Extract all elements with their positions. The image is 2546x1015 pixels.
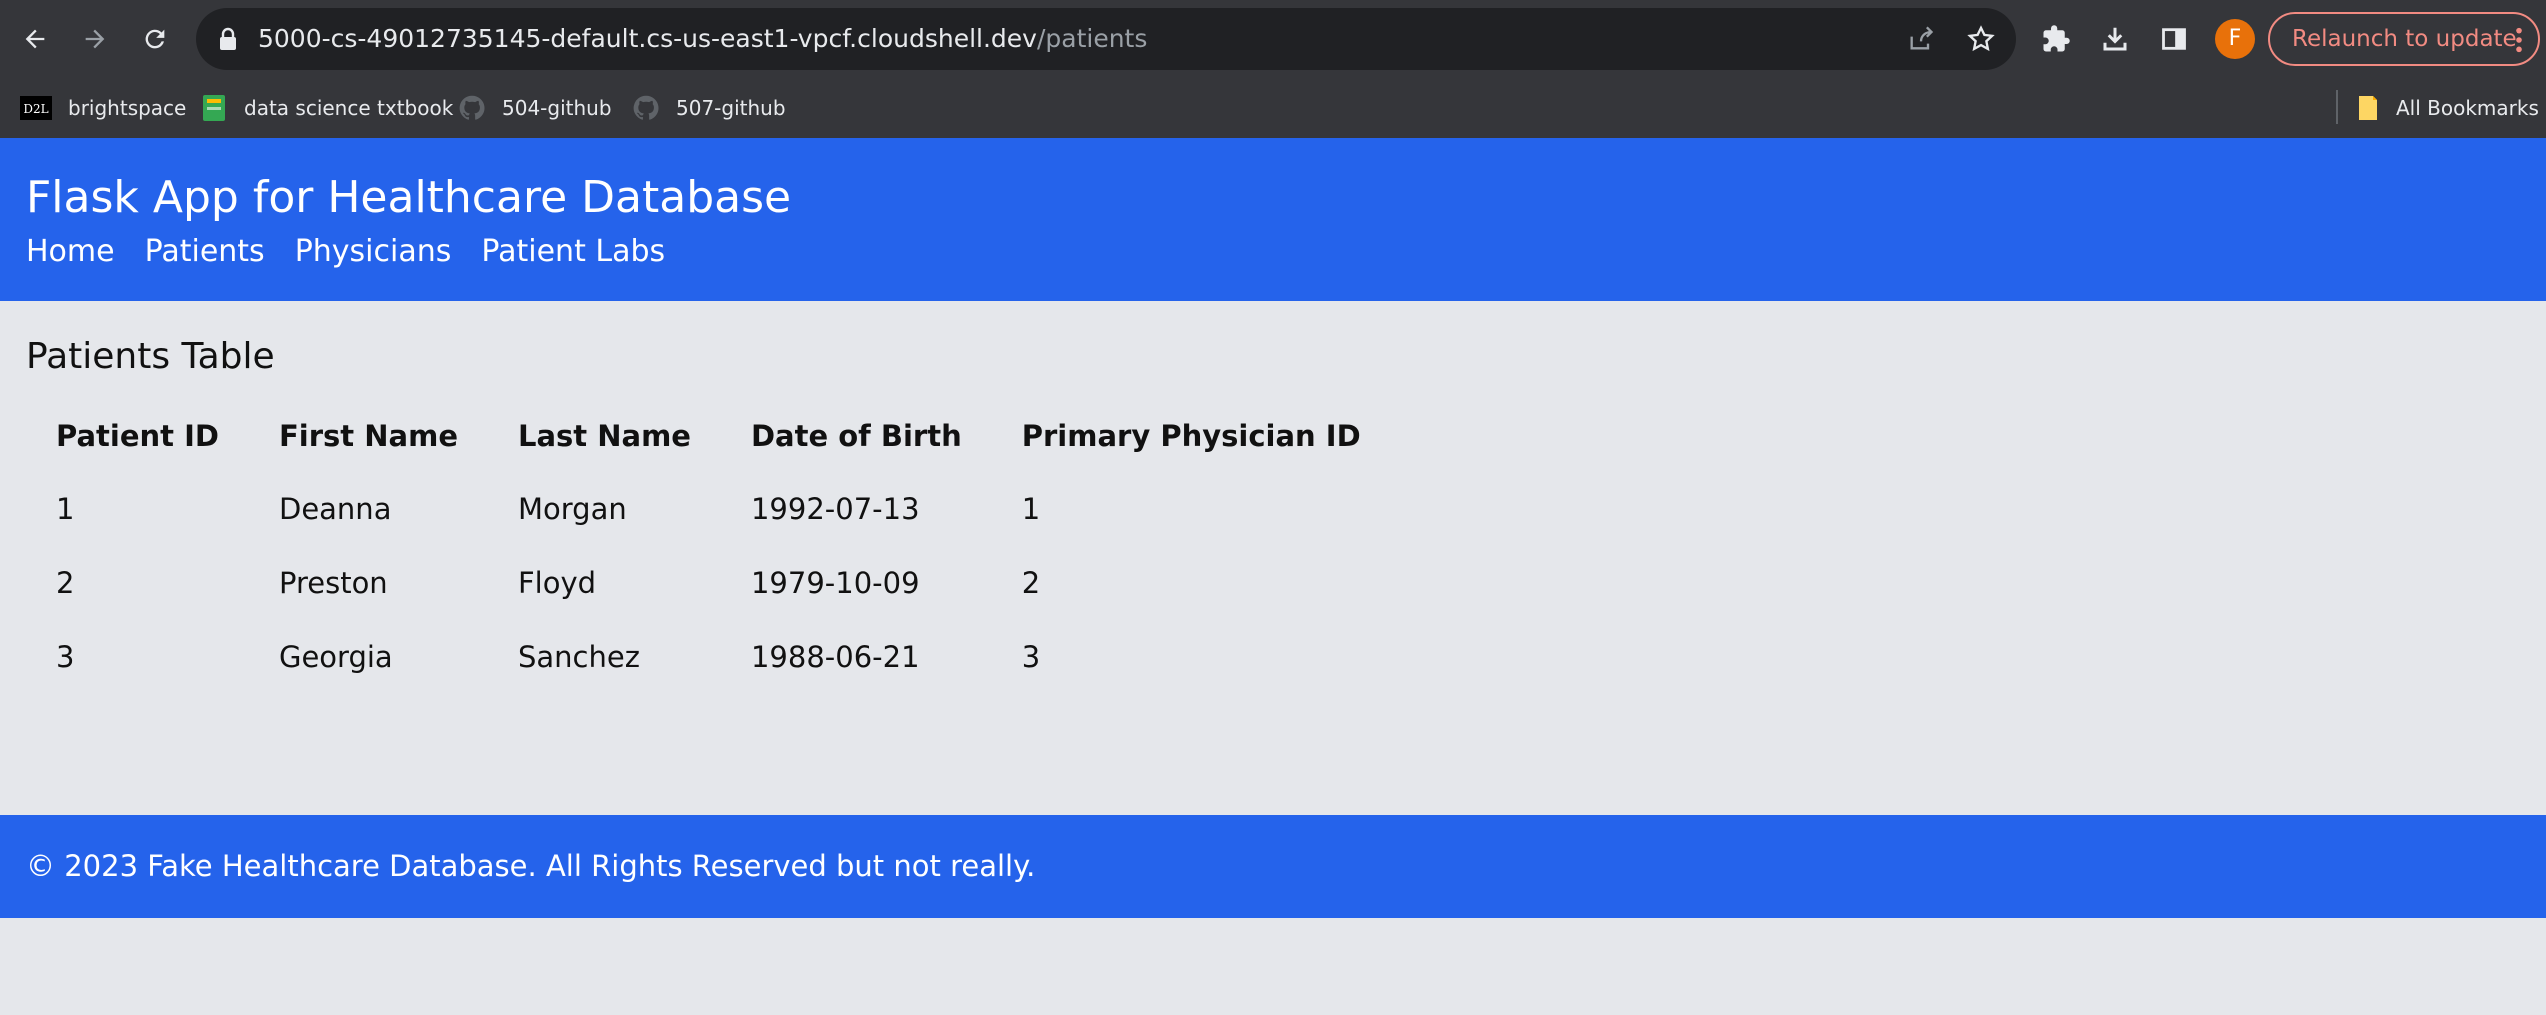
arrow-right-icon [85, 29, 105, 49]
cell-first-name: Preston [278, 566, 388, 600]
relaunch-button[interactable]: Relaunch to update [2268, 12, 2540, 66]
d2l-icon: D2L [20, 96, 52, 120]
site-header: Flask App for Healthcare Database Home P… [0, 138, 2546, 301]
github-icon [632, 94, 660, 122]
address-bar[interactable]: 5000-cs-49012735145-default.cs-us-east1-… [196, 8, 2016, 70]
book-icon [200, 93, 228, 123]
main-nav: Home Patients Physicians Patient Labs [26, 234, 695, 269]
cell-primary-physician-id: 3 [1021, 640, 1041, 674]
browser-toolbar: 5000-cs-49012735145-default.cs-us-east1-… [0, 0, 2546, 78]
bookmark-507-github[interactable]: 507-github [632, 78, 786, 138]
bookmark-data-science-txtbook[interactable]: data science txtbook [200, 78, 453, 138]
all-bookmarks-button[interactable]: All Bookmarks [2356, 78, 2539, 138]
bookmark-label: data science txtbook [244, 96, 454, 120]
url-host: 5000-cs-49012735145-default.cs-us-east1-… [258, 24, 1037, 53]
side-panel-icon [2162, 28, 2186, 50]
nav-home[interactable]: Home [26, 234, 115, 269]
back-button[interactable] [16, 20, 54, 58]
downloads-button[interactable] [2096, 20, 2134, 58]
cell-patient-id: 1 [56, 492, 75, 526]
folder-icon [2356, 94, 2380, 122]
profile-avatar[interactable]: F [2215, 19, 2255, 59]
table-row: 1 Deanna Morgan 1992-07-13 1 [26, 472, 1391, 546]
cell-last-name: Morgan [517, 492, 627, 526]
side-panel-button[interactable] [2155, 20, 2193, 58]
cell-patient-id: 3 [56, 640, 75, 674]
github-icon [458, 94, 486, 122]
url-text[interactable]: 5000-cs-49012735145-default.cs-us-east1-… [258, 8, 1147, 70]
relaunch-label: Relaunch to update [2292, 26, 2517, 52]
bookmark-star-icon[interactable] [1966, 25, 1996, 53]
nav-patients[interactable]: Patients [145, 234, 265, 269]
cell-last-name: Floyd [517, 566, 597, 600]
cell-first-name: Georgia [278, 640, 393, 674]
share-icon[interactable] [1906, 25, 1936, 53]
cell-primary-physician-id: 1 [1021, 492, 1041, 526]
site-footer: © 2023 Fake Healthcare Database. All Rig… [0, 815, 2546, 918]
download-icon [2103, 27, 2127, 51]
svg-text:D2L: D2L [23, 102, 48, 116]
table-row: 3 Georgia Sanchez 1988-06-21 3 [26, 620, 1391, 694]
cell-date-of-birth: 1979-10-09 [750, 566, 920, 600]
table-header-row: Patient ID First Name Last Name Date of … [26, 400, 1391, 472]
site-title: Flask App for Healthcare Database [26, 172, 792, 223]
extensions-button[interactable] [2037, 20, 2075, 58]
column-header-date-of-birth: Date of Birth [750, 419, 962, 453]
patients-table: Patient ID First Name Last Name Date of … [26, 400, 1391, 694]
url-path: /patients [1036, 24, 1148, 53]
reload-button[interactable] [136, 20, 174, 58]
cell-first-name: Deanna [278, 492, 392, 526]
page-title: Patients Table [26, 336, 275, 377]
forward-button[interactable] [76, 20, 114, 58]
bookmarks-divider [2336, 90, 2338, 124]
bookmark-label: 504-github [502, 96, 612, 120]
lock-icon [220, 27, 236, 50]
cell-date-of-birth: 1988-06-21 [750, 640, 920, 674]
all-bookmarks-label: All Bookmarks [2396, 96, 2539, 120]
arrow-left-icon [25, 29, 45, 49]
bookmarks-bar: D2L brightspace data science txtbook 504… [0, 78, 2546, 139]
nav-patient-labs[interactable]: Patient Labs [481, 234, 665, 269]
table-row: 2 Preston Floyd 1979-10-09 2 [26, 546, 1391, 620]
column-header-patient-id: Patient ID [56, 419, 219, 453]
bookmark-brightspace[interactable]: D2L brightspace [20, 78, 186, 138]
column-header-primary-physician-id: Primary Physician ID [1021, 419, 1361, 453]
bookmark-label: brightspace [68, 96, 187, 120]
bookmark-504-github[interactable]: 504-github [458, 78, 612, 138]
puzzle-icon [2043, 25, 2070, 52]
more-vertical-icon [2516, 27, 2522, 53]
column-header-last-name: Last Name [517, 419, 691, 453]
reload-icon [145, 29, 165, 49]
cell-last-name: Sanchez [517, 640, 640, 674]
bookmark-label: 507-github [676, 96, 786, 120]
cell-patient-id: 2 [56, 566, 75, 600]
cell-primary-physician-id: 2 [1021, 566, 1041, 600]
cell-date-of-birth: 1992-07-13 [750, 492, 920, 526]
column-header-first-name: First Name [278, 419, 458, 453]
nav-physicians[interactable]: Physicians [295, 234, 452, 269]
footer-text: © 2023 Fake Healthcare Database. All Rig… [26, 849, 1036, 883]
